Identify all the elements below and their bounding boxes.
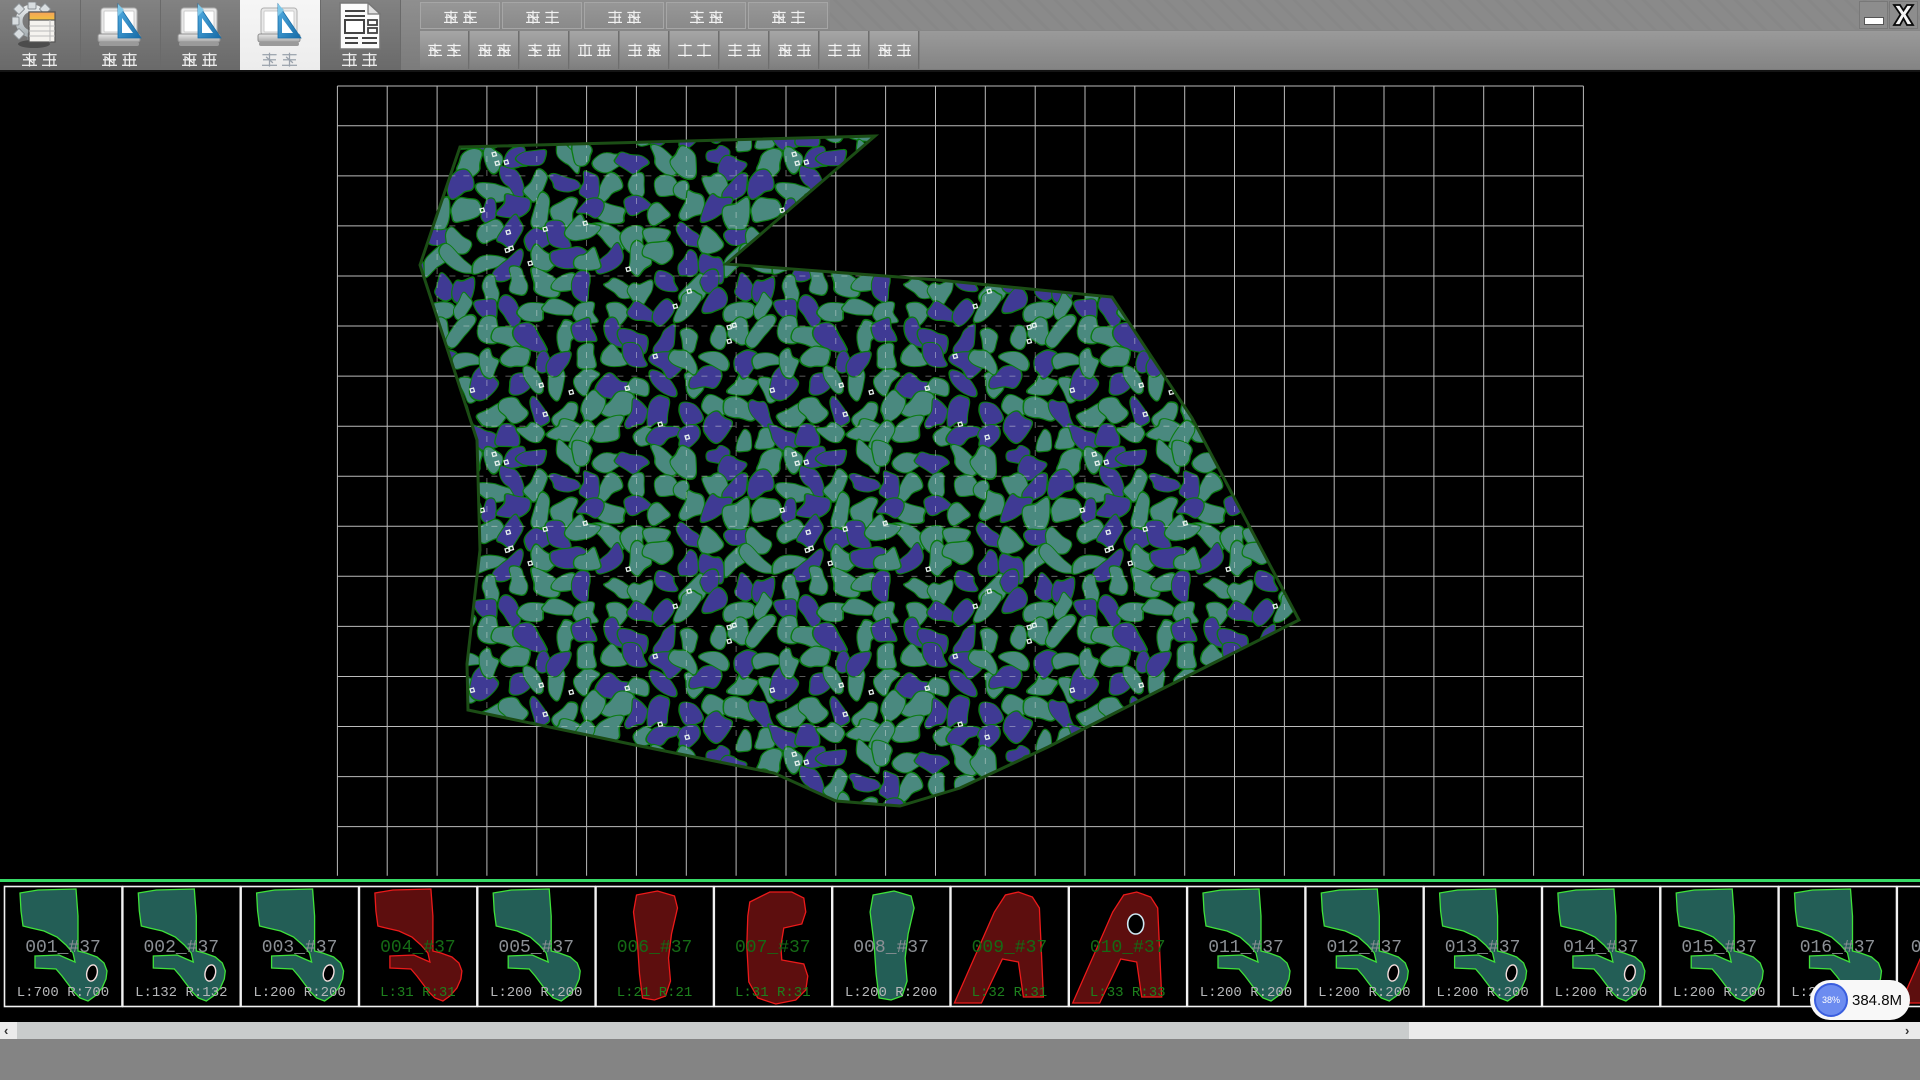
svg-text:001_#37: 001_#37 [25, 938, 101, 958]
svg-text:L:700 R:700: L:700 R:700 [17, 985, 109, 1001]
svg-text:015_#37: 015_#37 [1681, 938, 1757, 958]
svg-text:009_#37: 009_#37 [972, 938, 1048, 958]
svg-text:011_#37: 011_#37 [1208, 938, 1284, 958]
svg-text:L:200 R:200: L:200 R:200 [845, 985, 937, 1001]
svg-text:005_#37: 005_#37 [498, 938, 574, 958]
svg-text:014_#37: 014_#37 [1563, 938, 1639, 958]
svg-text:016_#37: 016_#37 [1800, 938, 1876, 958]
svg-text:L:200 R:200: L:200 R:200 [1318, 985, 1410, 1001]
svg-text:008_#37: 008_#37 [853, 938, 929, 958]
svg-text:L:31 R:31: L:31 R:31 [735, 985, 811, 1001]
svg-text:L:21 R:21: L:21 R:21 [617, 985, 693, 1001]
svg-text:003_#37: 003_#37 [262, 938, 338, 958]
svg-text:0: 0 [1911, 938, 1920, 958]
svg-text:L:200 R:200: L:200 R:200 [1436, 985, 1528, 1001]
svg-text:002_#37: 002_#37 [143, 938, 219, 958]
svg-text:L:200 R:200: L:200 R:200 [253, 985, 345, 1001]
svg-text:L:200 R:200: L:200 R:200 [1200, 985, 1292, 1001]
svg-text:004_#37: 004_#37 [380, 938, 456, 958]
svg-text:007_#37: 007_#37 [735, 938, 811, 958]
svg-text:013_#37: 013_#37 [1445, 938, 1521, 958]
svg-text:010_#37: 010_#37 [1090, 938, 1166, 958]
svg-text:L:31 R:31: L:31 R:31 [380, 985, 456, 1001]
svg-text:L:32 R:31: L:32 R:31 [972, 985, 1048, 1001]
svg-text:006_#37: 006_#37 [617, 938, 693, 958]
svg-text:L:33 R:33: L:33 R:33 [1090, 985, 1166, 1001]
svg-text:L:200 R:200: L:200 R:200 [1555, 985, 1647, 1001]
svg-text:L:132 R:132: L:132 R:132 [135, 985, 227, 1001]
svg-text:012_#37: 012_#37 [1326, 938, 1402, 958]
svg-text:L:200 R:200: L:200 R:200 [1673, 985, 1765, 1001]
svg-text:L:200 R:200: L:200 R:200 [490, 985, 582, 1001]
